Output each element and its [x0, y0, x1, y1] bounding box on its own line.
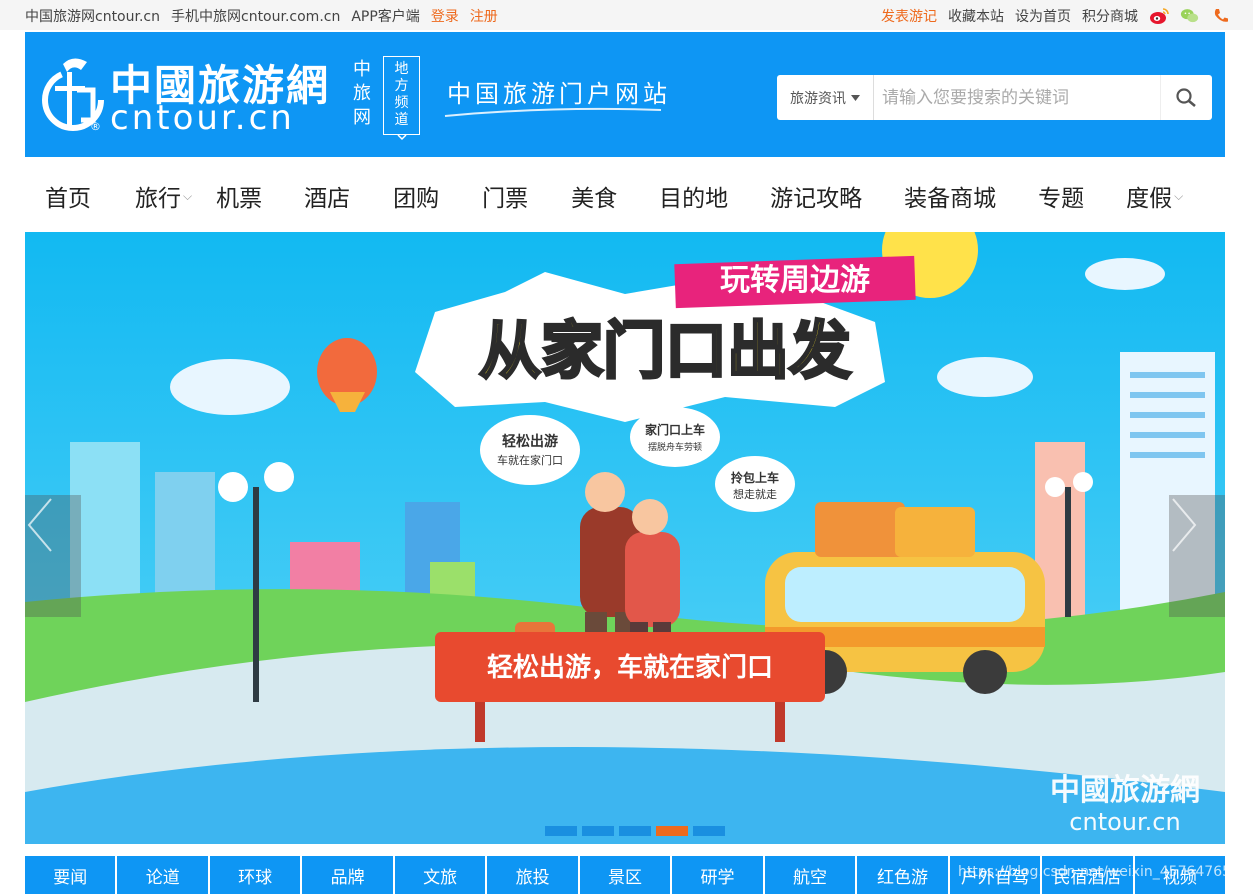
banner-logo-cn: 中國旅游網: [1050, 773, 1200, 808]
chevron-right-icon: [1172, 498, 1197, 552]
register-link[interactable]: 注册: [470, 6, 498, 26]
carousel-dot[interactable]: [619, 826, 651, 836]
search-category-select[interactable]: 旅游资讯: [777, 75, 874, 120]
nav-item-hotels[interactable]: 酒店: [304, 179, 350, 213]
regional-char: 频: [394, 95, 409, 111]
nav-item-gear-shop[interactable]: 装备商城: [904, 179, 996, 213]
bubble-text: 拎包上车: [731, 470, 779, 485]
chevron-left-icon: [27, 498, 52, 552]
registered-mark: ®: [90, 120, 101, 133]
search-input[interactable]: [874, 77, 1160, 118]
chevron-down-icon: [396, 134, 407, 141]
vertical-site-name: 中 旅 网: [351, 58, 373, 130]
nav-item-travel-guides[interactable]: 游记攻略: [770, 179, 862, 213]
site-slogan: 中国旅游门户网站: [447, 80, 671, 108]
top-bar: 中国旅游网cntour.cn 手机中旅网cntour.com.cn APP客户端…: [0, 0, 1253, 30]
top-link-cntour[interactable]: 中国旅游网cntour.cn: [25, 6, 160, 26]
banner-logo-en: cntour.cn: [1069, 808, 1180, 836]
vertical-char: 网: [353, 107, 371, 128]
tab-tourism-investment[interactable]: 旅投: [487, 856, 578, 894]
carousel-dot[interactable]: [582, 826, 614, 836]
search-category-label: 旅游资讯: [790, 90, 846, 107]
bubble-text: 家门口上车: [645, 422, 705, 437]
carousel-next-button[interactable]: [1169, 495, 1225, 617]
top-link-app[interactable]: APP客户端: [351, 6, 419, 26]
top-link-mobile[interactable]: 手机中旅网cntour.com.cn: [171, 6, 340, 26]
nav-item-flights[interactable]: 机票: [216, 179, 262, 213]
nav-item-travel[interactable]: 旅行 ⌵: [135, 179, 192, 213]
chevron-down-icon: ⌵: [1174, 188, 1184, 203]
top-bar-left-links: 中国旅游网cntour.cn 手机中旅网cntour.com.cn APP客户端…: [25, 6, 498, 26]
brand-name-en[interactable]: cntour.cn: [110, 98, 295, 138]
bubble-text: 车就在家门口: [497, 453, 563, 467]
post-travelogue-link[interactable]: 发表游记: [881, 6, 937, 26]
tab-global[interactable]: 环球: [209, 856, 301, 894]
nav-item-food[interactable]: 美食: [571, 179, 617, 213]
search-box: 旅游资讯: [777, 75, 1212, 120]
bubble-text: 轻松出游: [502, 433, 558, 450]
login-link[interactable]: 登录: [431, 6, 459, 26]
banner-illustration: 玩转周边游 从家门口出发 轻松出游 车就在家门口 家门口上车 摆脱舟车劳顿 拎包…: [25, 232, 1225, 844]
caret-down-icon: [851, 94, 860, 101]
nav-item-home[interactable]: 首页: [45, 179, 91, 213]
regional-channel-button[interactable]: 地 方 频 道: [383, 56, 420, 141]
tab-culture-tourism[interactable]: 文旅: [394, 856, 486, 894]
wechat-icon[interactable]: [1180, 7, 1200, 25]
carousel-dot[interactable]: [693, 826, 725, 836]
weibo-icon[interactable]: [1149, 7, 1169, 25]
tab-aviation[interactable]: 航空: [764, 856, 856, 894]
carousel-prev-button[interactable]: [25, 495, 81, 617]
hero-banner[interactable]: 玩转周边游 从家门口出发 轻松出游 车就在家门口 家门口上车 摆脱舟车劳顿 拎包…: [25, 232, 1225, 844]
site-header: ® 中國旅游網 cntour.cn 中 旅 网 地 方 频 道 中国旅游门户网站…: [25, 32, 1225, 157]
site-logo-icon[interactable]: [35, 50, 115, 138]
bubble-text: 摆脱舟车劳顿: [648, 441, 702, 453]
tab-study-tours[interactable]: 研学: [672, 856, 763, 894]
search-icon: [1175, 87, 1196, 107]
chevron-down-icon: ⌵: [183, 188, 193, 203]
nav-item-group-buy[interactable]: 团购: [393, 179, 439, 213]
search-button[interactable]: [1160, 75, 1210, 120]
carousel-indicators: [545, 826, 725, 836]
vertical-char: 旅: [353, 83, 371, 104]
tab-forum[interactable]: 论道: [117, 856, 208, 894]
regional-char: 地: [394, 61, 409, 77]
regional-char: 道: [394, 112, 409, 128]
top-bar-right-links: 发表游记 收藏本站 设为首页 积分商城: [881, 6, 1231, 26]
regional-char: 方: [394, 78, 409, 94]
tab-brand[interactable]: 品牌: [302, 856, 393, 894]
url-watermark: https://blog.csdn.net/weixin_45764765: [958, 864, 1232, 880]
nav-item-topics[interactable]: 专题: [1038, 179, 1084, 213]
tab-scenic-spots[interactable]: 景区: [579, 856, 671, 894]
carousel-dot[interactable]: [656, 826, 688, 836]
bubble-text: 想走就走: [733, 487, 777, 501]
banner-tag: 玩转周边游: [720, 263, 870, 298]
bookmark-link[interactable]: 收藏本站: [948, 6, 1004, 26]
slogan-swoosh: [444, 107, 662, 117]
nav-item-destinations[interactable]: 目的地: [659, 179, 728, 213]
banner-sign-text: 轻松出游，车就在家门口: [487, 652, 773, 683]
tab-red-tourism[interactable]: 红色游: [857, 856, 948, 894]
nav-item-tickets[interactable]: 门票: [482, 179, 528, 213]
nav-item-vacation[interactable]: 度假 ⌵: [1126, 179, 1183, 213]
tab-news[interactable]: 要闻: [25, 856, 116, 894]
vertical-char: 中: [353, 59, 371, 80]
banner-headline: 从家门口出发: [479, 314, 851, 387]
phone-icon[interactable]: [1211, 7, 1231, 25]
carousel-dot[interactable]: [545, 826, 577, 836]
main-nav: 首页 旅行 ⌵ 机票 酒店 团购 门票 美食 目的地 游记攻略 装备商城 专题 度…: [25, 162, 1225, 230]
set-homepage-link[interactable]: 设为首页: [1015, 6, 1071, 26]
points-mall-link[interactable]: 积分商城: [1082, 6, 1138, 26]
